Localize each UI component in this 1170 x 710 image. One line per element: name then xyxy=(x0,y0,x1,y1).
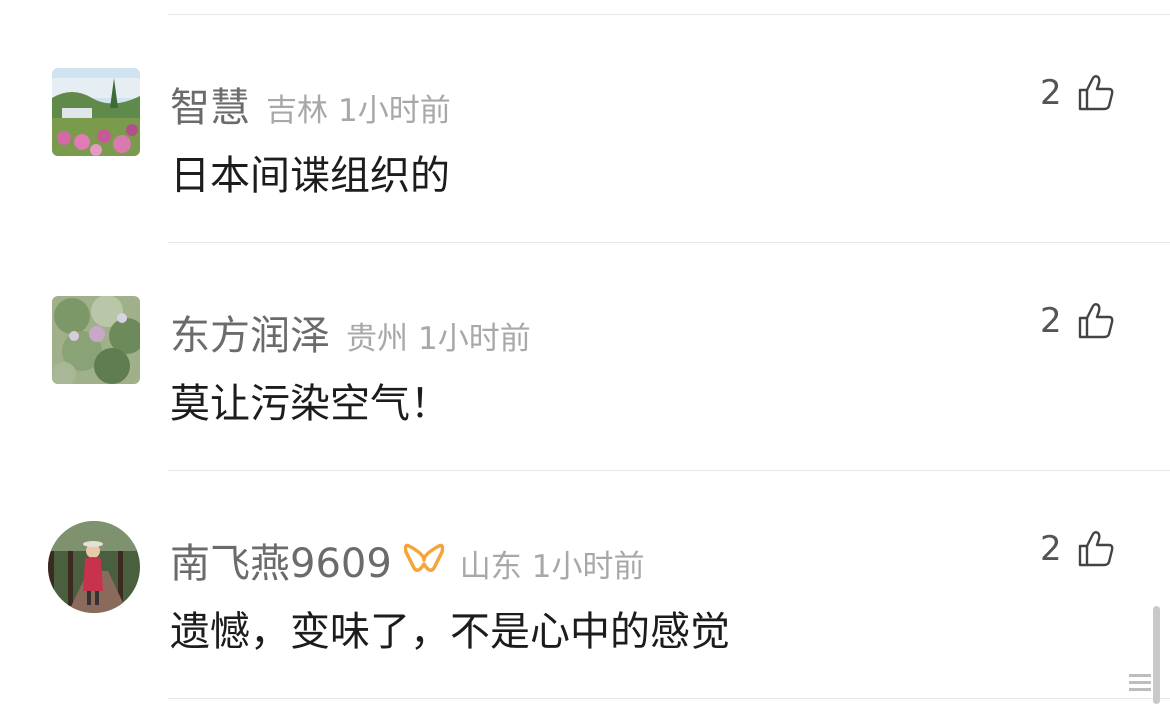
location: 吉林 xyxy=(266,93,328,129)
timestamp: 1小时前 xyxy=(418,321,531,357)
thumbs-up-icon xyxy=(1078,75,1114,111)
person-on-bridge-avatar xyxy=(48,521,140,613)
landscape-flowers-avatar xyxy=(52,68,140,156)
like-button[interactable]: 2 xyxy=(1040,529,1116,569)
comment-text: 遗憾，变味了，不是心中的感觉 xyxy=(170,609,730,655)
avatar[interactable] xyxy=(48,521,140,613)
timestamp: 1小时前 xyxy=(531,549,645,585)
thumbs-up-icon xyxy=(1078,303,1114,339)
comment-meta: 东方润泽 贵州 1小时前 xyxy=(170,303,531,361)
username[interactable]: 智慧 xyxy=(170,75,250,133)
comment-item: 南飞燕9609 山东 1小时前 遗憾，变味了，不是心中的感觉 2 xyxy=(0,471,1170,699)
username[interactable]: 东方润泽 xyxy=(170,303,330,361)
like-button[interactable]: 2 xyxy=(1040,301,1116,341)
like-count: 2 xyxy=(1040,301,1062,341)
username[interactable]: 南飞燕9609 xyxy=(170,531,392,589)
menu-icon[interactable] xyxy=(1127,670,1155,696)
comment-item: 东方润泽 贵州 1小时前 莫让污染空气！ 2 xyxy=(0,243,1170,471)
like-count: 2 xyxy=(1040,73,1062,113)
comment-item: 智慧 吉林 1小时前 日本间谍组织的 2 xyxy=(0,15,1170,243)
comment-meta: 智慧 吉林 1小时前 xyxy=(170,75,451,133)
location: 贵州 xyxy=(346,321,408,357)
like-button[interactable]: 2 xyxy=(1040,73,1116,113)
avatar[interactable] xyxy=(52,68,140,156)
divider xyxy=(168,698,1170,699)
member-badge-icon xyxy=(403,543,444,572)
thumbs-up-icon xyxy=(1078,531,1114,567)
comment-text: 莫让污染空气！ xyxy=(170,381,450,427)
avatar[interactable] xyxy=(52,296,140,384)
timestamp: 1小时前 xyxy=(338,93,451,129)
location: 山东 xyxy=(459,549,522,585)
comment-meta: 南飞燕9609 山东 1小时前 xyxy=(170,531,645,589)
like-count: 2 xyxy=(1040,529,1062,569)
tree-foliage-avatar xyxy=(52,296,140,384)
comment-text: 日本间谍组织的 xyxy=(170,153,450,199)
